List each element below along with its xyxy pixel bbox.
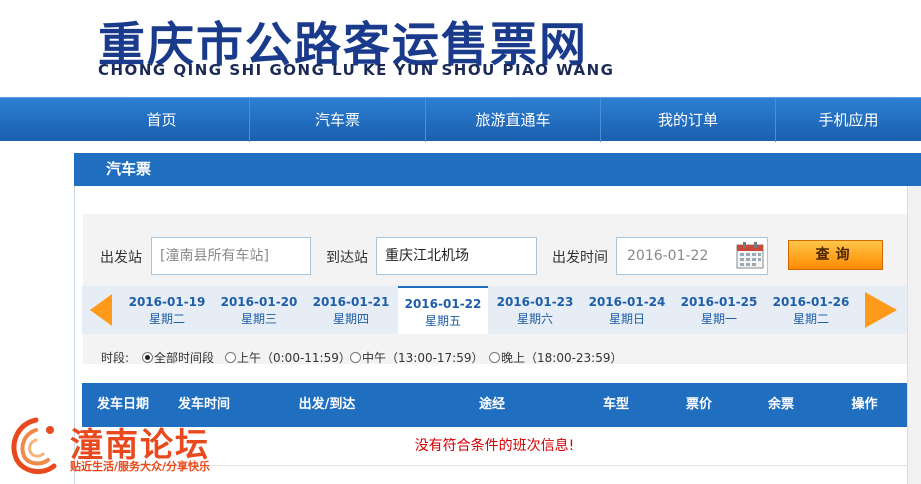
depart-station-input[interactable]: [潼南县所有车站] bbox=[151, 237, 311, 275]
time-option-label: 上午（0:00-11:59） bbox=[237, 351, 351, 365]
date-tab[interactable]: 2016-01-21 星期四 bbox=[306, 286, 396, 334]
date-tab[interactable]: 2016-01-23 星期六 bbox=[490, 286, 580, 334]
calendar-icon[interactable] bbox=[735, 240, 765, 270]
col-remaining: 余票 bbox=[767, 397, 794, 412]
site-logo-subtitle: CHONG QING SHI GONG LU KE YUN SHOU PIAO … bbox=[98, 61, 615, 79]
section-title: 汽车票 bbox=[106, 160, 152, 178]
forum-watermark: 潼南论坛 贴近生活/服务大众/分享快乐 bbox=[6, 412, 246, 484]
time-period-filter: 时段: 全部时间段 上午（0:00-11:59） 中午（13:00-17:59）… bbox=[101, 349, 623, 367]
date-tab-date: 2016-01-25 bbox=[680, 295, 758, 309]
col-route: 出发/到达 bbox=[298, 397, 356, 412]
date-tab-weekday: 星期一 bbox=[700, 312, 737, 326]
time-filter-label: 时段: bbox=[101, 351, 130, 365]
date-tab-active[interactable]: 2016-01-22 星期五 bbox=[398, 286, 488, 334]
main-nav: 首页 汽车票 旅游直通车 我的订单 手机应用 bbox=[0, 97, 921, 142]
time-option-all[interactable]: 全部时间段 bbox=[142, 349, 214, 366]
next-dates-arrow-icon[interactable] bbox=[863, 286, 901, 334]
date-selector: 2016-01-19 星期二 2016-01-20 星期三 2016-01-21 星期… bbox=[82, 286, 907, 334]
arrive-label: 到达站 bbox=[326, 250, 368, 266]
date-tab[interactable]: 2016-01-26 星期二 bbox=[766, 286, 856, 334]
radio-checked-icon[interactable] bbox=[142, 352, 153, 363]
date-tab-date: 2016-01-23 bbox=[496, 295, 574, 309]
date-tab-weekday: 星期日 bbox=[608, 312, 645, 326]
date-tab-weekday: 星期三 bbox=[240, 312, 277, 326]
col-via: 途经 bbox=[478, 397, 505, 412]
time-option-label: 中午（13:00-17:59） bbox=[362, 351, 484, 365]
depart-label: 出发站 bbox=[100, 250, 142, 266]
radio-icon[interactable] bbox=[225, 352, 236, 363]
forum-logo-icon bbox=[11, 417, 57, 475]
date-tab-date: 2016-01-19 bbox=[128, 295, 206, 309]
date-tab-date: 2016-01-22 bbox=[404, 297, 482, 311]
time-option-morning[interactable]: 上午（0:00-11:59） bbox=[225, 349, 351, 366]
time-option-evening[interactable]: 晚上（18:00-23:59） bbox=[489, 349, 623, 366]
date-tab-weekday: 星期六 bbox=[516, 312, 553, 326]
date-tab-date: 2016-01-20 bbox=[220, 295, 298, 309]
panel-scrollbar[interactable] bbox=[907, 186, 921, 484]
nav-item-my-orders[interactable]: 我的订单 bbox=[601, 98, 776, 142]
date-tab[interactable]: 2016-01-25 星期一 bbox=[674, 286, 764, 334]
radio-icon[interactable] bbox=[350, 352, 361, 363]
date-tab-date: 2016-01-26 bbox=[772, 295, 850, 309]
nav-item-mobile-app[interactable]: 手机应用 bbox=[776, 98, 921, 142]
date-tab-date: 2016-01-24 bbox=[588, 295, 666, 309]
time-option-label: 晚上（18:00-23:59） bbox=[501, 351, 623, 365]
time-option-label: 全部时间段 bbox=[154, 351, 215, 365]
date-tab[interactable]: 2016-01-20 星期三 bbox=[214, 286, 304, 334]
col-action: 操作 bbox=[851, 397, 878, 412]
date-tab[interactable]: 2016-01-19 星期二 bbox=[122, 286, 212, 334]
nav-item-tour-bus[interactable]: 旅游直通车 bbox=[426, 98, 601, 142]
date-tab-date: 2016-01-21 bbox=[312, 295, 390, 309]
radio-icon[interactable] bbox=[489, 352, 500, 363]
date-tab[interactable]: 2016-01-24 星期日 bbox=[582, 286, 672, 334]
section-header: 汽车票 bbox=[74, 153, 921, 186]
date-tab-weekday: 星期二 bbox=[792, 312, 829, 326]
date-tab-weekday: 星期五 bbox=[424, 314, 461, 328]
site-header: 重庆市公路客运售票网 CHONG QING SHI GONG LU KE YUN… bbox=[0, 0, 921, 97]
depart-time-label: 出发时间 bbox=[552, 250, 608, 266]
col-price: 票价 bbox=[685, 397, 712, 412]
col-bus-type: 车型 bbox=[602, 397, 629, 412]
query-button[interactable]: 查询 bbox=[788, 240, 883, 270]
forum-watermark-subtitle: 贴近生活/服务大众/分享快乐 bbox=[70, 460, 211, 473]
time-option-noon[interactable]: 中午（13:00-17:59） bbox=[350, 349, 484, 366]
nav-item-bus-ticket[interactable]: 汽车票 bbox=[250, 98, 426, 142]
prev-dates-arrow-icon[interactable] bbox=[86, 286, 118, 334]
date-tab-weekday: 星期二 bbox=[148, 312, 185, 326]
date-tab-weekday: 星期四 bbox=[332, 312, 369, 326]
arrive-station-input[interactable]: 重庆江北机场 bbox=[376, 237, 537, 275]
page: 重庆市公路客运售票网 CHONG QING SHI GONG LU KE YUN… bbox=[0, 0, 921, 484]
nav-item-home[interactable]: 首页 bbox=[74, 98, 250, 142]
